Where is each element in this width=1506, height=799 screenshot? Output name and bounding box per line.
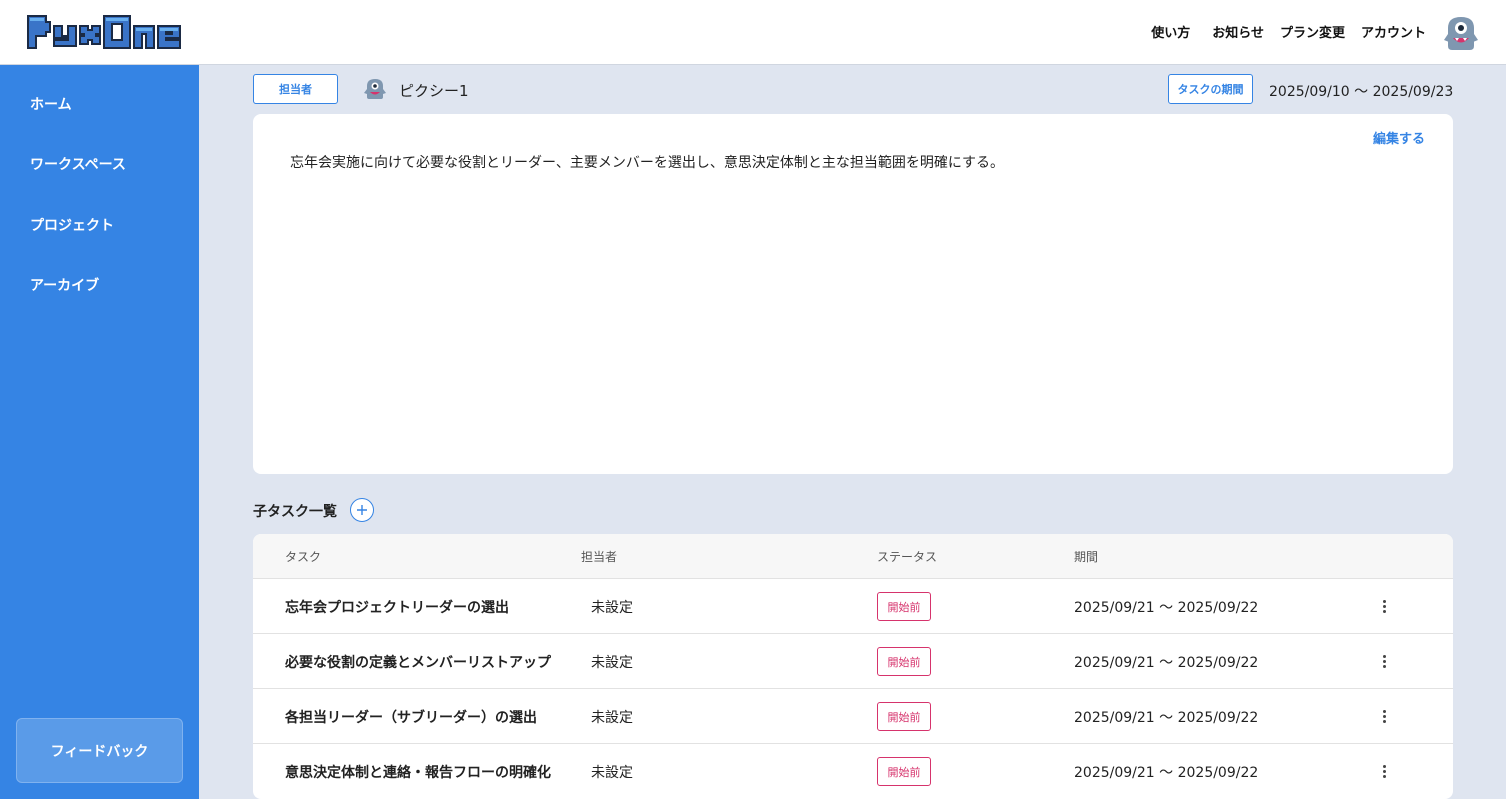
table-row[interactable]: 忘年会プロジェクトリーダーの選出 未設定 開始前 2025/09/21 〜 20… [253, 579, 1453, 634]
status-badge: 開始前 [877, 757, 931, 786]
subtask-name[interactable]: 各担当リーダー（サブリーダー）の選出 [285, 707, 537, 727]
column-header-task: タスク [285, 550, 322, 564]
assignee-avatar-icon [364, 79, 386, 99]
subtask-assignee: 未設定 [591, 710, 633, 726]
assignee-name: ピクシー1 [399, 82, 469, 100]
status-badge: 開始前 [877, 702, 931, 731]
task-description-card: 編集する 忘年会実施に向けて必要な役割とリーダー、主要メンバーを選出し、意思決定… [253, 114, 1453, 474]
subtask-period: 2025/09/21 〜 2025/09/22 [1074, 710, 1259, 726]
column-header-status: ステータス [877, 550, 938, 564]
edit-link[interactable]: 編集する [1373, 128, 1425, 147]
task-description: 忘年会実施に向けて必要な役割とリーダー、主要メンバーを選出し、意思決定体制と主な… [290, 155, 1004, 171]
sidebar-item-archive[interactable]: アーカイブ [30, 275, 99, 295]
assignee-label-button[interactable]: 担当者 [253, 74, 338, 104]
status-badge: 開始前 [877, 647, 931, 676]
task-period-value: 2025/09/10 〜 2025/09/23 [1269, 84, 1454, 100]
more-options-icon[interactable] [1377, 650, 1391, 672]
pyxone-logo[interactable] [24, 12, 184, 52]
nav-how-to-use[interactable]: 使い方 [1151, 22, 1190, 41]
table-row[interactable]: 各担当リーダー（サブリーダー）の選出 未設定 開始前 2025/09/21 〜 … [253, 689, 1453, 744]
sidebar-item-home[interactable]: ホーム [30, 94, 72, 114]
sidebar-item-project[interactable]: プロジェクト [30, 215, 114, 235]
subtask-assignee: 未設定 [591, 600, 633, 616]
task-period-label-button[interactable]: タスクの期間 [1168, 74, 1253, 104]
nav-account[interactable]: アカウント [1361, 22, 1426, 41]
plus-icon [357, 505, 367, 515]
feedback-button[interactable]: フィードバック [16, 718, 183, 783]
subtask-list-title: 子タスク一覧 [253, 504, 337, 520]
more-options-icon[interactable] [1377, 760, 1391, 782]
sidebar-item-workspace[interactable]: ワークスペース [30, 154, 126, 174]
table-row[interactable]: 必要な役割の定義とメンバーリストアップ 未設定 開始前 2025/09/21 〜… [253, 634, 1453, 689]
nav-plan-change[interactable]: プラン変更 [1280, 22, 1345, 41]
subtask-assignee: 未設定 [591, 655, 633, 671]
status-badge: 開始前 [877, 592, 931, 621]
subtask-period: 2025/09/21 〜 2025/09/22 [1074, 600, 1259, 616]
more-options-icon[interactable] [1377, 705, 1391, 727]
table-header: タスク 担当者 ステータス 期間 [253, 534, 1453, 579]
add-subtask-button[interactable] [350, 498, 374, 522]
top-header: 使い方 お知らせ プラン変更 アカウント [0, 0, 1506, 65]
subtask-name[interactable]: 必要な役割の定義とメンバーリストアップ [285, 652, 551, 672]
subtask-name[interactable]: 意思決定体制と連絡・報告フローの明確化 [285, 762, 551, 782]
nav-notifications[interactable]: お知らせ [1212, 22, 1264, 41]
sidebar: ホーム ワークスペース プロジェクト アーカイブ フィードバック [0, 65, 199, 799]
column-header-assignee: 担当者 [581, 550, 618, 564]
table-row[interactable]: 意思決定体制と連絡・報告フローの明確化 未設定 開始前 2025/09/21 〜… [253, 744, 1453, 799]
column-header-period: 期間 [1074, 550, 1099, 564]
subtask-table: タスク 担当者 ステータス 期間 忘年会プロジェクトリーダーの選出 未設定 開始… [253, 534, 1453, 799]
subtask-assignee: 未設定 [591, 765, 633, 781]
user-avatar-icon[interactable] [1442, 14, 1480, 52]
subtask-period: 2025/09/21 〜 2025/09/22 [1074, 655, 1259, 671]
subtask-period: 2025/09/21 〜 2025/09/22 [1074, 765, 1259, 781]
subtask-name[interactable]: 忘年会プロジェクトリーダーの選出 [285, 597, 509, 617]
top-nav: 使い方 お知らせ プラン変更 アカウント [1151, 22, 1426, 41]
more-options-icon[interactable] [1377, 595, 1391, 617]
